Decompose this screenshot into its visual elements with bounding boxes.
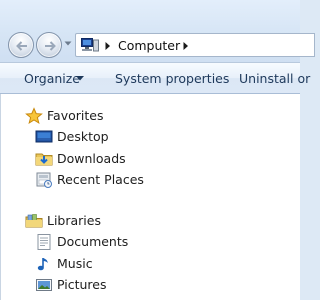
music-icon [37,258,48,271]
star-icon [25,107,43,124]
recent-pages-dropdown-icon[interactable] [64,41,72,47]
forward-button[interactable] [36,32,62,58]
nav-item-label: Downloads [57,151,126,166]
breadcrumb-chevron-icon[interactable] [183,42,189,50]
address-location[interactable]: Computer [118,38,180,53]
uninstall-program-button[interactable]: Uninstall or [239,71,310,86]
navigation-pane: Favorites Desktop Downloads Recent Place… [0,94,300,300]
chevron-down-icon [76,76,84,81]
libraries-icon [25,214,43,228]
recent-places-icon [36,172,52,188]
documents-icon [37,234,51,250]
computer-icon [81,38,99,52]
nav-item-label: Pictures [57,277,107,292]
system-properties-button[interactable]: System properties [115,71,229,86]
nav-favorites-label: Favorites [47,108,104,123]
command-toolbar: Organize System properties Uninstall or [0,62,310,94]
nav-item-label: Music [57,256,93,271]
nav-item-label: Recent Places [57,172,144,187]
organize-button[interactable]: Organize [24,71,80,86]
nav-item-label: Desktop [57,129,109,144]
window-title-area: Computer [0,0,315,62]
back-button[interactable] [8,32,34,58]
forward-arrow-icon [45,41,56,51]
desktop-icon [35,130,53,143]
nav-item-label: Documents [57,234,129,249]
nav-libraries-label: Libraries [47,213,101,228]
downloads-folder-icon [35,153,53,166]
breadcrumb-chevron-icon[interactable] [105,42,111,50]
address-bar[interactable]: Computer [75,33,315,57]
pictures-icon [36,279,52,291]
back-arrow-icon [16,41,27,51]
